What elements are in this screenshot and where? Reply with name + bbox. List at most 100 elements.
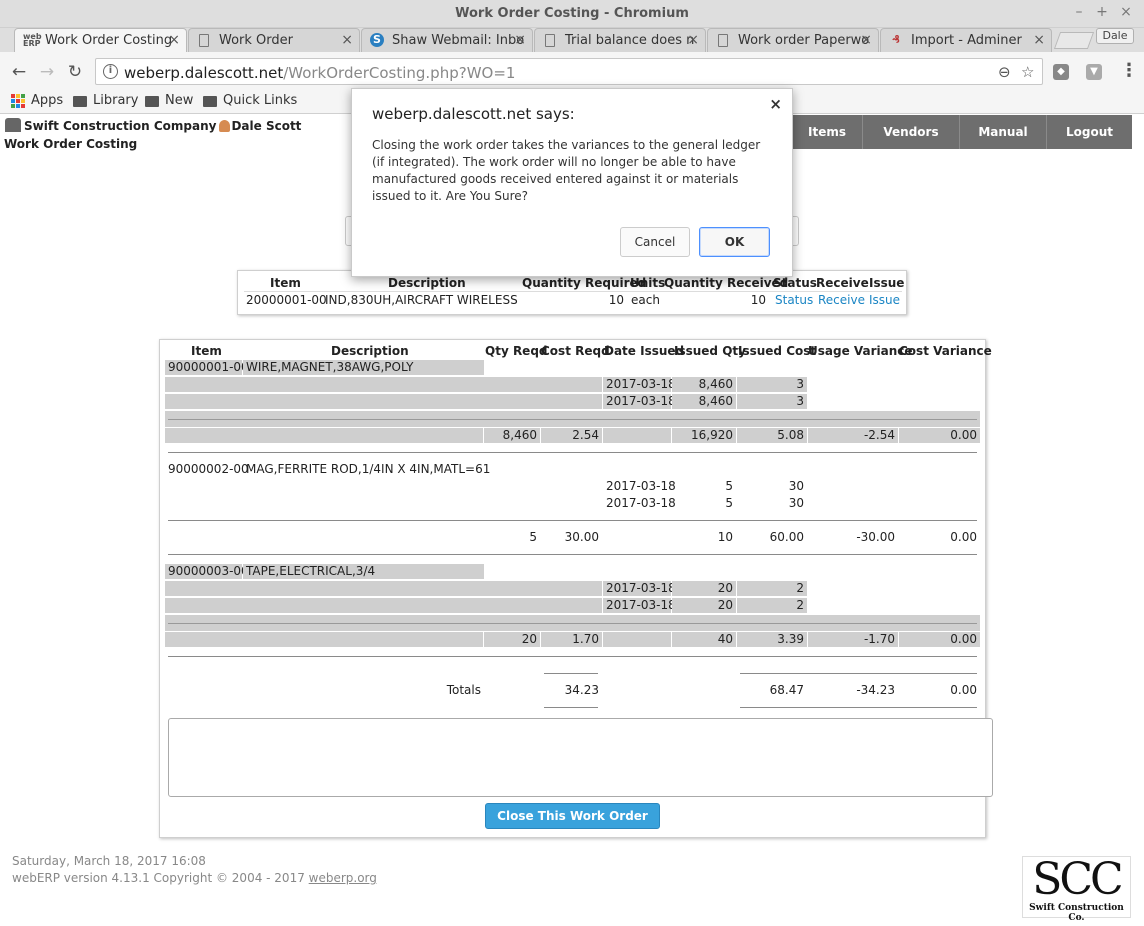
tab-work-order-paperwork[interactable]: Work order Paperwo ×: [707, 28, 879, 52]
ok-button[interactable]: OK: [699, 227, 770, 257]
issue-cost: 2: [737, 598, 807, 613]
col-quantity-required: Quantity Required: [522, 276, 647, 290]
tab-trial-balance[interactable]: Trial balance does n ×: [534, 28, 706, 52]
window-close-button[interactable]: ×: [1117, 4, 1135, 20]
issue-date: 2017-03-18: [606, 479, 676, 493]
status-link[interactable]: Status: [775, 293, 813, 307]
col-date-issued: Date Issued: [604, 344, 685, 358]
dialog-title: weberp.dalescott.net says:: [372, 105, 575, 123]
bookmark-quick-links[interactable]: Quick Links: [203, 93, 297, 108]
apps-icon: [11, 94, 25, 108]
summary-qty-reqd: 20: [484, 632, 540, 647]
minimize-button[interactable]: –: [1070, 4, 1088, 20]
browser-toolbar: ← → ↻ i weberp.dalescott.net/WorkOrderCo…: [0, 52, 1144, 90]
issue-qty: 20: [672, 581, 736, 596]
summary-usage-variance: -30.00: [856, 530, 895, 544]
dialog-close-icon[interactable]: ×: [769, 95, 782, 113]
summary-cost-variance: 0.00: [899, 428, 980, 443]
tab-close-icon[interactable]: ×: [860, 32, 872, 48]
tab-close-icon[interactable]: ×: [687, 32, 699, 48]
tab-label: Trial balance does n: [565, 33, 695, 48]
menu-manual[interactable]: Manual: [959, 115, 1046, 149]
summary-qty-reqd: 8,460: [484, 428, 540, 443]
issue-date: 2017-03-18: [603, 394, 676, 409]
item-code: 90000003-00: [165, 564, 249, 579]
divider-line: [168, 419, 977, 420]
bookmark-star-icon[interactable]: ☆: [1021, 63, 1034, 81]
user-name[interactable]: Dale Scott: [231, 119, 301, 133]
issue-row-filler: [165, 598, 602, 613]
wo-qty-required: 10: [608, 293, 624, 307]
wo-qty-received: 10: [750, 293, 766, 307]
summary-issued-cost: 60.00: [769, 530, 804, 544]
tab-work-order-costing[interactable]: web ERP Work Order Costing ×: [14, 28, 187, 53]
tab-close-icon[interactable]: ×: [168, 32, 180, 48]
bookmark-label: Apps: [31, 93, 64, 108]
tab-work-order[interactable]: Work Order ×: [188, 28, 360, 52]
summary-qty-reqd: 5: [529, 530, 537, 544]
extension-icon-2[interactable]: ▼: [1086, 64, 1102, 80]
totals-rule: [740, 673, 977, 674]
weberp-icon: web ERP: [23, 32, 42, 48]
col-item: Item: [270, 276, 301, 290]
cancel-button[interactable]: Cancel: [620, 227, 690, 257]
summary-cost-reqd: 2.54: [541, 428, 602, 443]
receive-link[interactable]: Receive: [818, 293, 865, 307]
profile-button[interactable]: Dale: [1096, 28, 1134, 44]
reload-button[interactable]: ↻: [65, 62, 85, 82]
page-icon: [545, 34, 555, 47]
summary-filler: [165, 428, 483, 443]
address-bar[interactable]: i weberp.dalescott.net/WorkOrderCosting.…: [95, 58, 1043, 85]
summary-filler: [165, 632, 483, 647]
bookmark-new[interactable]: New: [145, 93, 193, 108]
close-work-order-button[interactable]: Close This Work Order: [485, 803, 660, 829]
tab-close-icon[interactable]: ×: [1033, 32, 1045, 48]
info-icon[interactable]: i: [103, 64, 118, 79]
issue-date: 2017-03-18: [603, 377, 676, 392]
issue-date: 2017-03-18: [606, 496, 676, 510]
tab-close-icon[interactable]: ×: [341, 32, 353, 48]
logo-caption: Swift Construction Co.: [1029, 903, 1124, 923]
page-icon: [199, 34, 209, 47]
tab-close-icon[interactable]: ×: [514, 32, 526, 48]
back-button[interactable]: ←: [9, 62, 29, 82]
wo-item: 20000001-00: [246, 293, 327, 307]
company-name: Swift Construction Company: [24, 119, 217, 133]
footer-version: webERP version 4.13.1 Copyright © 2004 -…: [12, 871, 377, 885]
bookmark-library[interactable]: Library: [73, 93, 138, 108]
divider-line: [168, 623, 977, 624]
divider-line: [168, 554, 977, 555]
zoom-icon[interactable]: ⊖: [998, 63, 1011, 81]
totals-rule: [544, 673, 598, 674]
issue-qty: 5: [725, 479, 733, 493]
tab-import-adminer[interactable]: ₰ Import - Adminer ×: [880, 28, 1052, 52]
menu-logout[interactable]: Logout: [1046, 115, 1132, 149]
summary-cost-reqd: 30.00: [564, 530, 599, 544]
tab-label: Work order Paperwo: [738, 33, 870, 48]
new-tab-button[interactable]: [1053, 32, 1095, 49]
weberp-link[interactable]: weberp.org: [309, 871, 377, 885]
menu-vendors[interactable]: Vendors: [862, 115, 959, 149]
tab-strip: web ERP Work Order Costing × Work Order ×…: [0, 28, 1144, 53]
bookmark-label: New: [165, 93, 194, 108]
totals-label: Totals: [446, 683, 481, 697]
tab-label: Work Order: [219, 33, 293, 48]
notes-textarea[interactable]: [168, 718, 993, 797]
summary-cost-variance: 0.00: [950, 530, 977, 544]
logo-letters: SCC: [1032, 854, 1123, 905]
tab-shaw-webmail[interactable]: S Shaw Webmail: Inbo ×: [361, 28, 533, 52]
col-description: Description: [388, 276, 466, 290]
browser-menu-icon[interactable]: ⋮: [1120, 62, 1138, 80]
totals-issued-cost: 68.47: [769, 683, 804, 697]
issue-link[interactable]: Issue: [869, 293, 900, 307]
item-description: WIRE,MAGNET,38AWG,POLY: [243, 360, 484, 375]
col-issue: Issue: [869, 276, 905, 290]
maximize-button[interactable]: +: [1093, 4, 1111, 20]
forward-button[interactable]: →: [37, 62, 57, 82]
issue-qty: 8,460: [672, 377, 736, 392]
dialog-message: Closing the work order takes the varianc…: [372, 138, 761, 203]
extension-icon[interactable]: ◆: [1053, 64, 1069, 80]
menu-items[interactable]: Items: [792, 115, 862, 149]
bookmark-apps[interactable]: Apps: [11, 93, 63, 108]
summary-issued-cost: 5.08: [737, 428, 807, 443]
